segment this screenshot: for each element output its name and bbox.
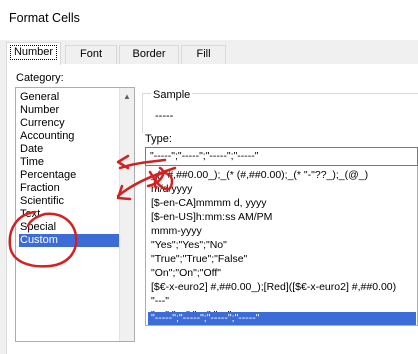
category-item-custom[interactable]: Custom [19,234,119,247]
type-item[interactable]: "True";"True";"False" [148,253,416,266]
type-item[interactable]: "---" [148,295,416,308]
category-item-number[interactable]: Number [19,104,119,117]
category-item-time[interactable]: Time [19,156,119,169]
category-scrollbar[interactable]: ▲ [119,88,134,341]
title-bar: Format Cells [0,0,418,40]
category-item-general[interactable]: General [19,91,119,104]
type-item-selected[interactable]: "-----";"-----";"-----";"-----" [148,312,416,325]
type-item[interactable]: mmm-yyyy [148,225,416,238]
category-item-text[interactable]: Text [19,208,119,221]
category-label: Category: [16,72,64,84]
sample-label: Sample [151,89,193,101]
type-listbox[interactable]: _(* #,##0.00_);_(* (#,##0.00);_(* "-"??_… [145,166,418,326]
tab-border[interactable]: Border [119,45,179,64]
category-item-accounting[interactable]: Accounting [19,130,119,143]
scroll-up-arrow-icon[interactable]: ▲ [123,92,131,101]
sample-value: ----- [155,110,174,122]
tab-fill[interactable]: Fill [181,45,226,64]
tab-number-label: Number [9,45,58,60]
category-item-currency[interactable]: Currency [19,117,119,130]
category-item-scientific[interactable]: Scientific [19,195,119,208]
category-item-percentage[interactable]: Percentage [19,169,119,182]
category-listbox[interactable]: General Number Currency Accounting Date … [15,87,135,342]
type-item[interactable]: "Yes";"Yes";"No" [148,239,416,252]
category-item-fraction[interactable]: Fraction [19,182,119,195]
type-item[interactable]: [$-en-US]h:mm:ss AM/PM [148,211,416,224]
tab-font[interactable]: Font [65,45,117,64]
type-label: Type: [145,133,172,145]
type-input[interactable]: "-----";"-----";"-----";"-----" [145,147,418,166]
type-item[interactable]: [$€-x-euro2] #,##0.00_);[Red]([$€-x-euro… [148,281,416,294]
category-item-special[interactable]: Special [19,221,119,234]
type-item[interactable]: [$-en-CA]mmmm d, yyyy [148,197,416,210]
category-item-date[interactable]: Date [19,143,119,156]
dialog-title: Format Cells [9,11,80,25]
tab-number[interactable]: Number [6,42,61,65]
type-item[interactable]: m/d/yyyy [148,183,416,196]
type-item[interactable]: "On";"On";"Off" [148,267,416,280]
type-item[interactable]: _(* #,##0.00_);_(* (#,##0.00);_(* "-"??_… [148,169,416,182]
